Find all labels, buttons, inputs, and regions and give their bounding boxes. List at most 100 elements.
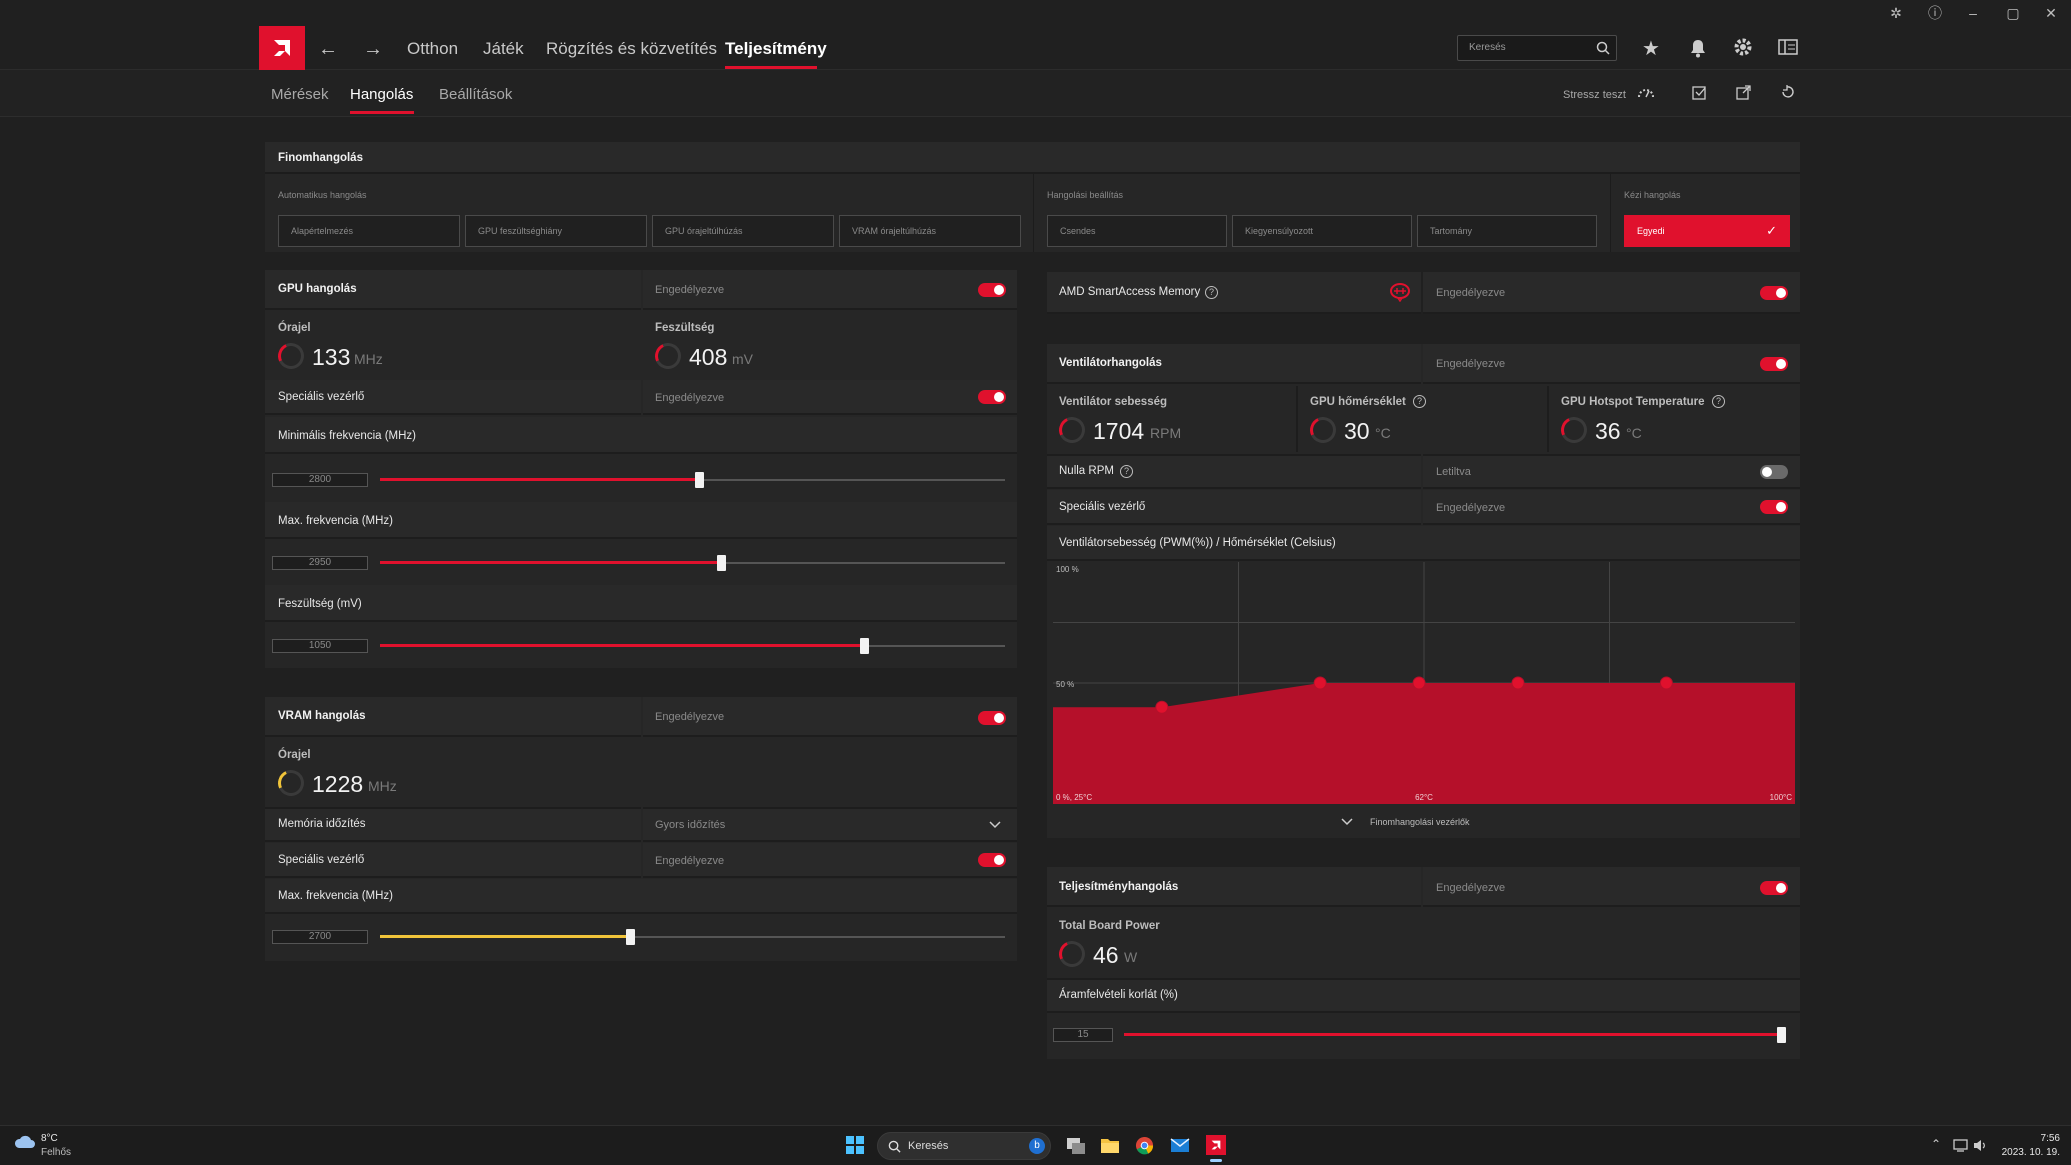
- search-icon: [1596, 41, 1610, 55]
- chrome-icon[interactable]: [1135, 1136, 1154, 1155]
- preset-balanced-button[interactable]: Kiegyensúlyozott: [1232, 215, 1412, 247]
- voltage-slider-value[interactable]: 1050: [272, 639, 368, 653]
- vram-special-state: Engedélyezve: [655, 855, 725, 867]
- forward-arrow-icon[interactable]: →: [363, 26, 383, 70]
- sam-toggle[interactable]: [1760, 286, 1788, 300]
- chevron-up-icon[interactable]: ⌃: [1931, 1137, 1941, 1151]
- weather-text[interactable]: Felhős: [41, 1147, 71, 1158]
- network-icon[interactable]: [1953, 1139, 1968, 1152]
- back-arrow-icon[interactable]: ←: [318, 26, 338, 70]
- save-profile-icon[interactable]: [1692, 85, 1707, 100]
- zero-rpm-toggle[interactable]: [1760, 465, 1788, 479]
- clock-date[interactable]: 2023. 10. 19.: [1995, 1147, 2060, 1158]
- gpu-special-toggle[interactable]: [978, 390, 1006, 404]
- taskbar-search[interactable]: Keresés b: [877, 1132, 1051, 1160]
- search-input[interactable]: Keresés: [1457, 35, 1617, 61]
- power-limit-label: Áramfelvételi korlát (%): [1059, 989, 1178, 1001]
- fan-curve-point[interactable]: [1313, 676, 1327, 690]
- voltage-slider-label: Feszültség (mV): [278, 598, 362, 610]
- fan-special-toggle[interactable]: [1760, 500, 1788, 514]
- chevron-down-icon[interactable]: [989, 819, 1001, 829]
- file-explorer-icon[interactable]: [1100, 1136, 1120, 1154]
- stress-test-label[interactable]: Stressz teszt: [1563, 70, 1626, 117]
- export-icon[interactable]: [1736, 85, 1751, 100]
- amd-logo-icon[interactable]: [259, 26, 305, 70]
- bell-icon[interactable]: [1689, 38, 1707, 58]
- slider-fill: [380, 935, 630, 938]
- chevron-down-icon[interactable]: [1341, 816, 1353, 826]
- memory-timing-value: Gyors időzítés: [655, 819, 726, 831]
- amd-software-taskbar-icon[interactable]: [1206, 1135, 1226, 1155]
- divider: [1296, 386, 1298, 452]
- help-icon[interactable]: ?: [1205, 286, 1218, 299]
- auto-default-button[interactable]: Alapértelmezés: [278, 215, 460, 247]
- max-freq-value[interactable]: 2950: [272, 556, 368, 570]
- star-icon[interactable]: ★: [1642, 36, 1660, 61]
- help-icon[interactable]: ⓘ: [1925, 4, 1945, 22]
- fan-tuning-toggle[interactable]: [1760, 357, 1788, 371]
- clock-time[interactable]: 7:56: [2035, 1133, 2060, 1144]
- close-icon[interactable]: ✕: [2041, 4, 2061, 22]
- voltage-slider[interactable]: [380, 637, 1005, 655]
- divider: [1610, 174, 1611, 252]
- help-icon[interactable]: ?: [1712, 395, 1725, 408]
- tab-settings[interactable]: Beállítások: [439, 70, 512, 117]
- slider-thumb[interactable]: [626, 929, 635, 945]
- task-view-icon[interactable]: [1066, 1137, 1086, 1155]
- min-freq-value[interactable]: 2800: [272, 473, 368, 487]
- fine-controls-label[interactable]: Finomhangolási vezérlők: [1370, 817, 1470, 827]
- nav-performance[interactable]: Teljesítmény: [725, 26, 827, 70]
- speedometer-icon[interactable]: [1637, 85, 1655, 99]
- minimize-icon[interactable]: –: [1963, 4, 1983, 22]
- chart-x-tick-label: 62°C: [1415, 793, 1433, 802]
- slider-thumb[interactable]: [860, 638, 869, 654]
- layout-icon[interactable]: [1778, 39, 1798, 55]
- windows-start-icon[interactable]: [846, 1136, 864, 1154]
- fan-tuning-state: Engedélyezve: [1436, 358, 1506, 370]
- chart-x-tick-label: 0 %, 25°C: [1056, 793, 1092, 802]
- nav-record-stream[interactable]: Rögzítés és közvetítés: [546, 26, 717, 70]
- vram-max-freq-slider[interactable]: [380, 928, 1005, 946]
- reset-icon[interactable]: [1780, 85, 1795, 100]
- slider-thumb[interactable]: [1777, 1027, 1786, 1043]
- power-limit-value[interactable]: 15: [1053, 1028, 1113, 1042]
- gpu-special-state: Engedélyezve: [655, 392, 725, 404]
- max-freq-slider[interactable]: [380, 554, 1005, 572]
- nav-home[interactable]: Otthon: [407, 26, 458, 70]
- vram-tuning-toggle[interactable]: [978, 711, 1006, 725]
- power-tuning-toggle[interactable]: [1760, 881, 1788, 895]
- fan-special-state: Engedélyezve: [1436, 502, 1506, 514]
- slider-fill: [1124, 1033, 1786, 1036]
- manual-custom-button[interactable]: Egyedi ✓: [1624, 215, 1790, 247]
- auto-gpu-oc-button[interactable]: GPU órajeltúlhúzás: [652, 215, 834, 247]
- nav-gaming[interactable]: Játék: [483, 26, 524, 70]
- auto-undervolt-button[interactable]: GPU feszültséghiány: [465, 215, 647, 247]
- fan-curve-point[interactable]: [1412, 676, 1426, 690]
- preset-rage-button[interactable]: Tartomány: [1417, 215, 1597, 247]
- fan-curve-point[interactable]: [1155, 700, 1169, 714]
- fan-curve-chart[interactable]: 100 % 50 % 0 %, 25°C 62°C 100°C: [1053, 562, 1795, 804]
- vram-special-toggle[interactable]: [978, 853, 1006, 867]
- weather-temp[interactable]: 8°C: [41, 1133, 58, 1144]
- slider-thumb[interactable]: [695, 472, 704, 488]
- vram-max-freq-value[interactable]: 2700: [272, 930, 368, 944]
- preset-quiet-button[interactable]: Csendes: [1047, 215, 1227, 247]
- chart-x-tick-label: 100°C: [1770, 793, 1793, 802]
- gear-icon[interactable]: [1733, 37, 1753, 57]
- fan-curve-point[interactable]: [1659, 676, 1673, 690]
- maximize-icon[interactable]: ▢: [2003, 4, 2023, 22]
- min-freq-slider[interactable]: [380, 471, 1005, 489]
- auto-vram-oc-button[interactable]: VRAM órajeltúlhúzás: [839, 215, 1021, 247]
- power-limit-slider[interactable]: [1124, 1026, 1786, 1044]
- mail-icon[interactable]: [1170, 1137, 1190, 1154]
- help-icon[interactable]: ?: [1120, 465, 1133, 478]
- speaker-icon[interactable]: [1973, 1139, 1988, 1152]
- tbp-label: Total Board Power: [1059, 920, 1160, 932]
- gpu-tuning-toggle[interactable]: [978, 283, 1006, 297]
- tab-tuning[interactable]: Hangolás: [350, 70, 413, 117]
- help-icon[interactable]: ?: [1413, 395, 1426, 408]
- tab-metrics[interactable]: Mérések: [271, 70, 329, 117]
- fan-curve-point[interactable]: [1511, 676, 1525, 690]
- slider-thumb[interactable]: [717, 555, 726, 571]
- bug-report-icon[interactable]: ✲: [1886, 4, 1906, 22]
